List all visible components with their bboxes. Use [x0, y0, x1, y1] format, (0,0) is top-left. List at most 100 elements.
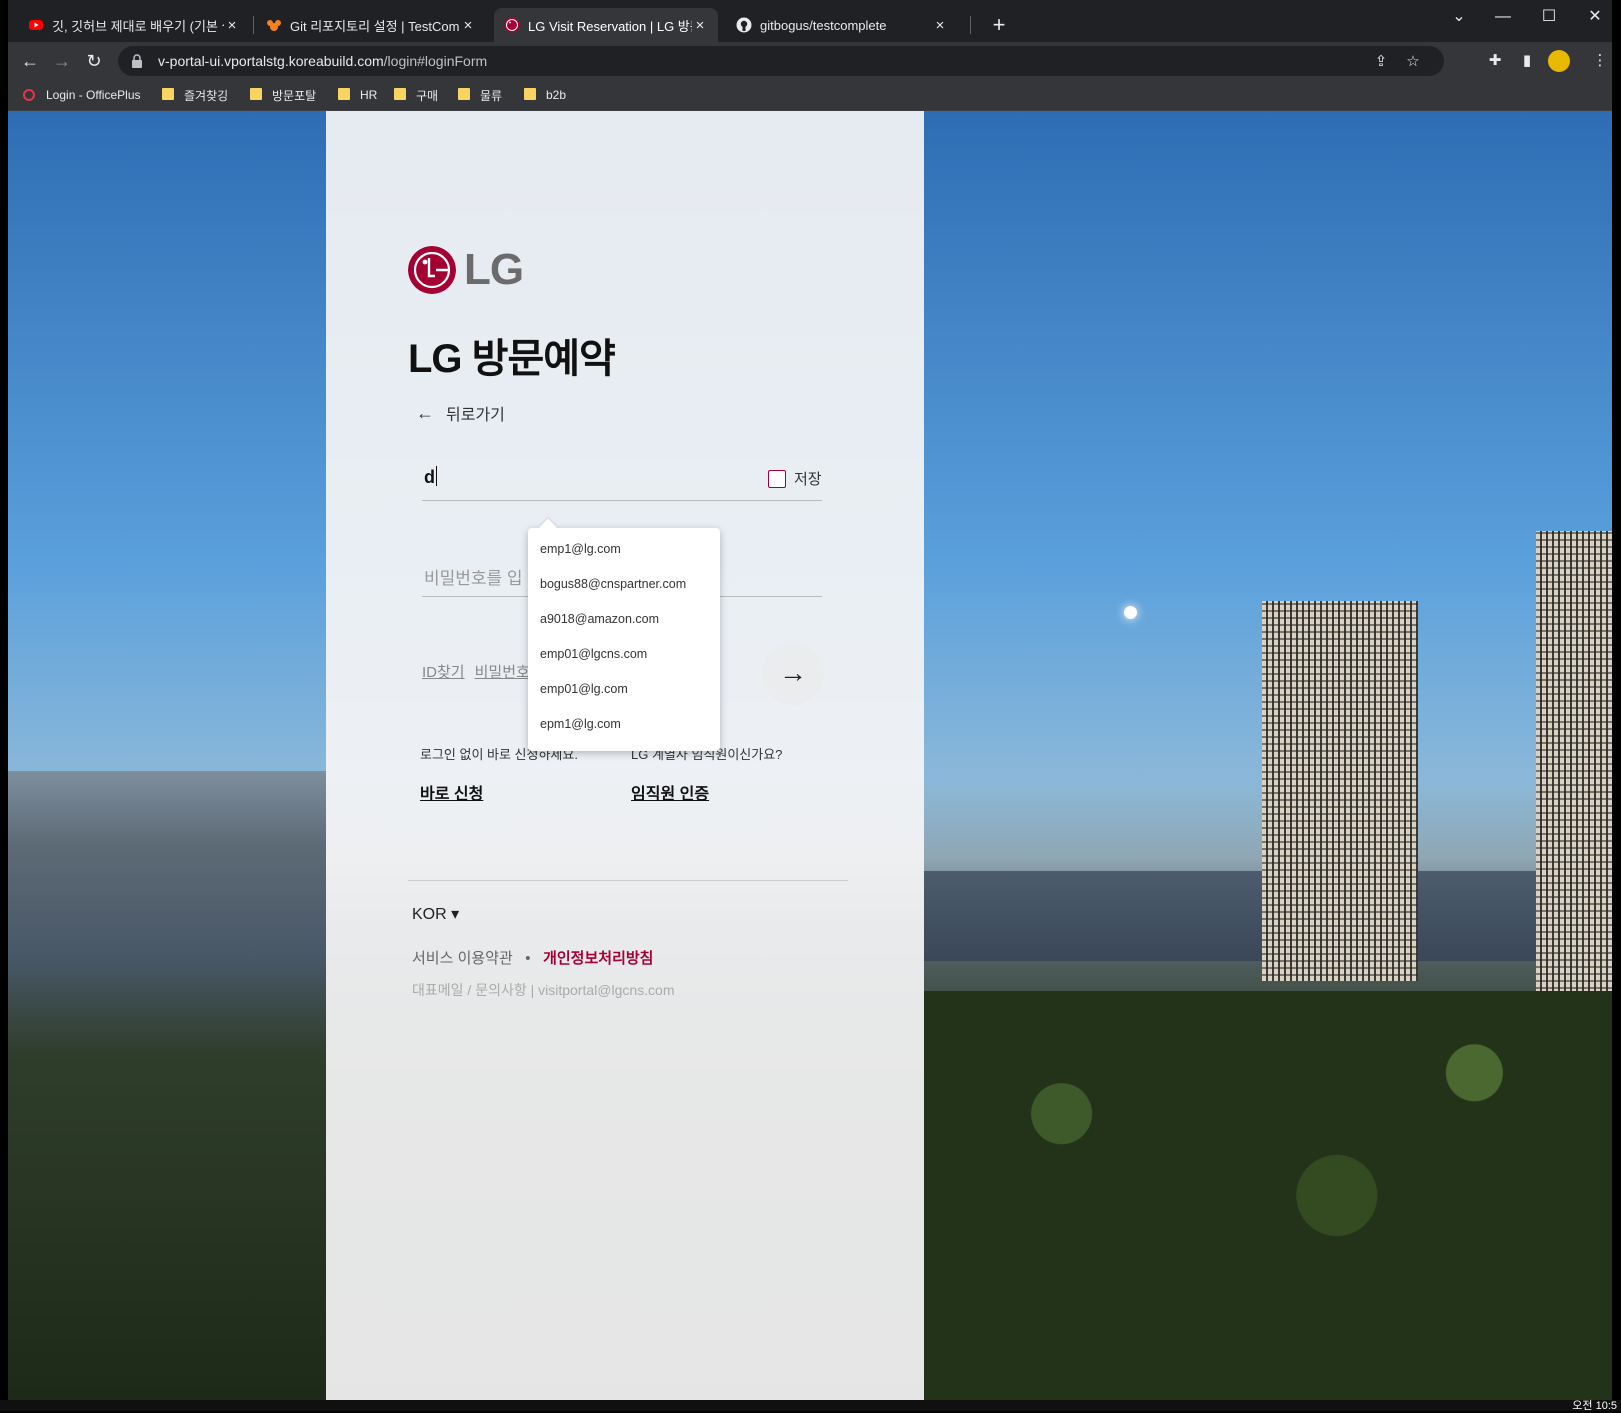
tab-title: LG Visit Reservation | LG 방문 예 — [528, 18, 692, 34]
bookmark-label: 즐겨찾깅 — [184, 88, 229, 103]
address-bar[interactable]: v-portal-ui.vportalstg.koreabuild.com/lo… — [118, 46, 1444, 76]
autocomplete-option[interactable]: epm1@lg.com — [540, 717, 621, 731]
id-input-value: d — [424, 467, 435, 487]
direct-apply-link[interactable]: 바로 신청 — [420, 780, 483, 804]
bookmark-label: Login - OfficePlus — [46, 88, 141, 102]
language-select[interactable]: KOR ▾ — [412, 904, 459, 924]
checkbox-icon — [768, 469, 786, 488]
back-label: 뒤로가기 — [446, 407, 505, 424]
terms-link[interactable]: 서비스 이용약관 — [412, 950, 513, 967]
browser-toolbar: ← → ↻ v-portal-ui.vportalstg.koreabuild.… — [8, 42, 1612, 80]
back-arrow-icon[interactable]: ← — [16, 47, 44, 75]
id-field[interactable]: d 저장 — [422, 458, 822, 501]
autocomplete-dropdown: emp1@lg.com bogus88@cnspartner.com a9018… — [528, 528, 720, 751]
bookmark-label: 구매 — [416, 88, 439, 103]
smartbear-icon — [267, 20, 281, 31]
back-arrow-icon: ← — [416, 402, 434, 423]
trees-background — [924, 991, 1612, 1400]
tab-title: 깃, 깃허브 제대로 배우기 (기본 실 — [52, 18, 224, 34]
bookmark-folder[interactable]: HR — [338, 86, 377, 104]
login-submit-button[interactable]: → — [762, 643, 824, 705]
bookmark-label: b2b — [546, 88, 567, 102]
bullet-separator: • — [525, 950, 531, 967]
city-background — [8, 771, 326, 1400]
bookmark-label: 방문포탈 — [272, 88, 317, 103]
taskbar: 오전 10:5 — [0, 1400, 1621, 1412]
side-panel-icon[interactable]: ▮ — [1517, 51, 1537, 71]
footer-links: 서비스 이용약관 • 개인정보처리방침 — [412, 947, 653, 968]
tab-separator — [970, 16, 971, 34]
tab-close-button[interactable]: × — [224, 17, 240, 34]
arrow-right-icon: → — [779, 657, 807, 688]
autocomplete-option[interactable]: bogus88@cnspartner.com — [540, 577, 686, 591]
save-label: 저장 — [794, 471, 822, 488]
bookmark-label: HR — [360, 88, 378, 102]
url-path: /login#loginForm — [383, 53, 488, 69]
tab-search-button[interactable]: ⌄ — [1436, 4, 1482, 30]
browser-window: 깃, 깃허브 제대로 배우기 (기본 실 × Git 리포지토리 설정 | Te… — [8, 0, 1612, 1400]
maximize-button[interactable]: ☐ — [1526, 4, 1572, 30]
forward-arrow-icon[interactable]: → — [48, 47, 76, 75]
autocomplete-option[interactable]: emp01@lg.com — [540, 682, 628, 696]
page-background: LG LG 방문예약 ← 뒤로가기 d 저장 비밀번호를 입 ID찾기 비밀번호 … — [8, 111, 1612, 1400]
tab-separator — [253, 16, 254, 34]
skyscraper-image — [1536, 531, 1612, 1001]
tab-close-button[interactable]: × — [692, 17, 708, 34]
tab-close-button[interactable]: × — [932, 17, 948, 34]
lg-logo: LG — [408, 245, 524, 295]
find-password-link[interactable]: 비밀번호 — [475, 664, 530, 681]
tab-testcomplete[interactable]: Git 리포지토리 설정 | TestCompl × — [256, 8, 486, 42]
minimize-button[interactable]: — — [1480, 4, 1526, 30]
extensions-puzzle-icon[interactable]: ✚ — [1485, 51, 1505, 71]
bookmark-star-icon[interactable]: ☆ — [1404, 53, 1422, 71]
autocomplete-option[interactable]: a9018@amazon.com — [540, 612, 659, 626]
logo-text: LG — [464, 245, 524, 294]
lg-logo-icon — [408, 246, 456, 294]
bookmark-folder[interactable]: 방문포탈 — [250, 86, 316, 104]
bookmark-label: 물류 — [480, 88, 503, 103]
close-window-button[interactable]: ✕ — [1572, 4, 1612, 30]
bookmark-folder[interactable]: 즐겨찾깅 — [162, 86, 228, 104]
login-panel: LG LG 방문예약 ← 뒤로가기 d 저장 비밀번호를 입 ID찾기 비밀번호 … — [326, 111, 924, 1400]
contact-info: 대표메일 / 문의사항 | visitportal@lgcns.com — [412, 982, 675, 998]
moon-image — [1124, 606, 1137, 619]
divider — [408, 880, 848, 881]
back-link[interactable]: ← 뒤로가기 — [416, 401, 505, 425]
bookmark-officeplus[interactable]: Login - OfficePlus — [22, 86, 141, 104]
github-icon — [736, 17, 752, 33]
folder-icon — [338, 88, 350, 100]
bookmarks-bar: Login - OfficePlus 즐겨찾깅 방문포탈 HR 구매 물류 b2… — [8, 80, 1612, 111]
new-tab-button[interactable]: + — [986, 12, 1012, 38]
bookmark-folder[interactable]: 물류 — [458, 86, 502, 104]
lock-icon — [132, 54, 142, 68]
autocomplete-option[interactable]: emp01@lgcns.com — [540, 647, 647, 661]
bookmark-folder[interactable]: b2b — [524, 86, 566, 104]
tab-lg-visit[interactable]: LG Visit Reservation | LG 방문 예 × — [494, 8, 718, 42]
folder-icon — [250, 88, 262, 100]
folder-icon — [524, 88, 536, 100]
privacy-policy-link[interactable]: 개인정보처리방침 — [543, 950, 653, 967]
folder-icon — [458, 88, 470, 100]
tab-title: Git 리포지토리 설정 | TestCompl — [290, 18, 460, 34]
youtube-icon — [29, 20, 43, 30]
share-icon[interactable]: ⇪ — [1372, 53, 1390, 71]
tab-title: gitbogus/testcomplete — [760, 17, 887, 33]
profile-avatar[interactable] — [1548, 50, 1570, 72]
employee-auth-link[interactable]: 임직원 인증 — [631, 780, 709, 804]
find-id-link[interactable]: ID찾기 — [422, 664, 465, 681]
menu-kebab-icon[interactable]: ⋮ — [1590, 51, 1610, 71]
bookmark-folder[interactable]: 구매 — [394, 86, 438, 104]
tab-strip: 깃, 깃허브 제대로 배우기 (기본 실 × Git 리포지토리 설정 | Te… — [8, 0, 1612, 42]
tab-github[interactable]: gitbogus/testcomplete × — [726, 8, 958, 42]
password-placeholder: 비밀번호를 입 — [424, 569, 523, 588]
folder-icon — [394, 88, 406, 100]
tab-youtube[interactable]: 깃, 깃허브 제대로 배우기 (기본 실 × — [18, 8, 250, 42]
lg-logo-icon — [504, 17, 520, 33]
skyscraper-image — [1262, 601, 1418, 981]
autocomplete-option[interactable]: emp1@lg.com — [540, 542, 621, 556]
save-id-checkbox[interactable]: 저장 — [768, 468, 822, 489]
tab-close-button[interactable]: × — [460, 17, 476, 34]
folder-icon — [162, 88, 174, 100]
officeplus-icon — [23, 89, 35, 101]
reload-icon[interactable]: ↻ — [80, 47, 108, 75]
